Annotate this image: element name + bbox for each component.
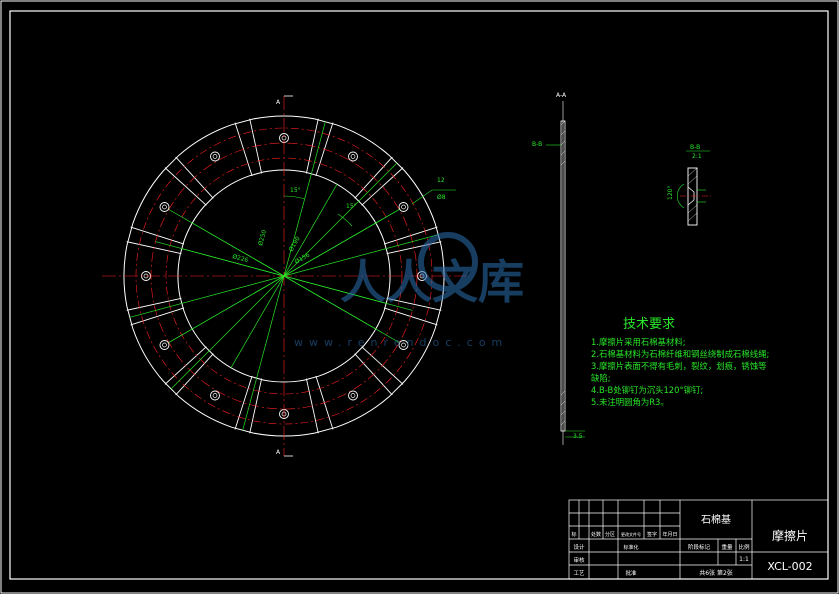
angle-15-label: 15°	[290, 187, 301, 194]
d-outer-label: Ø250	[257, 229, 268, 247]
cut-b-label: B-B	[532, 141, 542, 148]
rivet-hole	[159, 340, 170, 350]
standardize-cell: 标准化	[623, 544, 638, 551]
rivet-hole-inner	[401, 204, 406, 210]
tb-r1-c0: 标	[571, 531, 576, 538]
rivet-hole	[210, 390, 220, 401]
drawing-no-cell: XCL-002	[767, 560, 812, 573]
rivet-hole-inner	[212, 154, 218, 159]
tb-r1-c1: 处数	[591, 531, 601, 538]
detail-bb-scale: 2:1	[692, 153, 702, 160]
tech-line: 2.石棉基材料为石棉纤维和钢丝绕制成石棉线绳;	[591, 349, 769, 359]
tech-line: 5.未注明圆角为R3。	[591, 397, 669, 407]
holes-dia-label: Ø8	[437, 194, 446, 201]
stage-mark-cell: 阶段标记	[688, 543, 711, 551]
tech-heading: 技术要求	[623, 317, 675, 332]
scale-cell: 1:1	[739, 556, 749, 563]
tech-lines: 1.摩擦片采用石棉基材料; 2.石棉基材料为石棉纤维和钢丝绕制成石棉线绳; 3.…	[591, 337, 769, 407]
detail-bb-label: B-B	[690, 144, 700, 151]
tech-line: 1.摩擦片采用石棉基材料;	[591, 337, 686, 347]
holes-count-label: 12	[437, 177, 445, 184]
tb-r1-c4: 签字	[647, 531, 657, 538]
rivet-hole	[159, 202, 170, 212]
rivet-hole	[210, 151, 220, 162]
section-aa-label: A-A	[556, 92, 567, 99]
ratio-cell: 比例	[738, 543, 750, 551]
cut-a-top-label: A	[276, 99, 281, 106]
tb-r1-c5: 年月日	[662, 531, 677, 538]
rivet-hole	[398, 202, 409, 212]
hole-leader	[411, 189, 456, 205]
sheet-info-cell: 共6张 第2张	[699, 569, 733, 577]
tech-line: 缺陷;	[591, 373, 611, 383]
weight-cell: 重量	[721, 543, 733, 551]
rivet-hole-inner	[350, 154, 356, 159]
part-name-cell: 摩擦片	[772, 528, 808, 543]
countersink-label: 120°	[667, 186, 674, 200]
rivet-hole	[348, 151, 358, 162]
approve-cell: 批准	[625, 569, 637, 577]
slot-edge	[126, 297, 182, 311]
d-mid-label: Ø190	[288, 235, 302, 253]
design-cell: 设计	[573, 543, 585, 551]
craft-cell: 工艺	[573, 570, 585, 577]
angle-arc	[283, 195, 306, 200]
rivet-hole-inner	[350, 393, 356, 398]
section-aa-view	[546, 101, 585, 445]
rivet-hole-inner	[162, 204, 167, 210]
slot-edge	[130, 307, 185, 326]
slot-edge	[234, 375, 253, 430]
watermark-url: www.renrendoc.com	[294, 336, 508, 349]
watermark: 人人文库 www.renrendoc.com	[294, 232, 524, 349]
rivet-hole-inner	[162, 342, 167, 348]
tech-line: 3.摩擦片表面不得有毛刺，裂纹，划痕，锈蚀等	[591, 361, 767, 371]
slot-edge	[361, 167, 404, 206]
tb-r1-c2: 分区	[605, 531, 615, 538]
thickness-label: 3.5	[573, 433, 583, 440]
cut-a-bottom-label: A	[276, 449, 281, 456]
detail-bb-view	[676, 150, 712, 226]
review-cell: 审核	[573, 556, 585, 564]
tb-r1-c3: 更改文件号	[621, 531, 641, 537]
angle-15b-label: 15°	[346, 203, 357, 210]
material-cell: 石棉基	[701, 513, 731, 526]
drawing-sheet: A A 15° 15° 12 Ø8 Ø250 Ø190 Ø226 Ø156 A-…	[0, 0, 839, 594]
d-inner-label: Ø156	[294, 251, 312, 265]
rivet-hole-inner	[212, 393, 218, 398]
tech-line: 4.B-B处铆钉为沉头120°铆钉;	[591, 385, 703, 395]
watermark-main: 人人文库	[340, 255, 524, 309]
slot-edge	[164, 167, 207, 206]
rivet-hole	[348, 390, 358, 401]
